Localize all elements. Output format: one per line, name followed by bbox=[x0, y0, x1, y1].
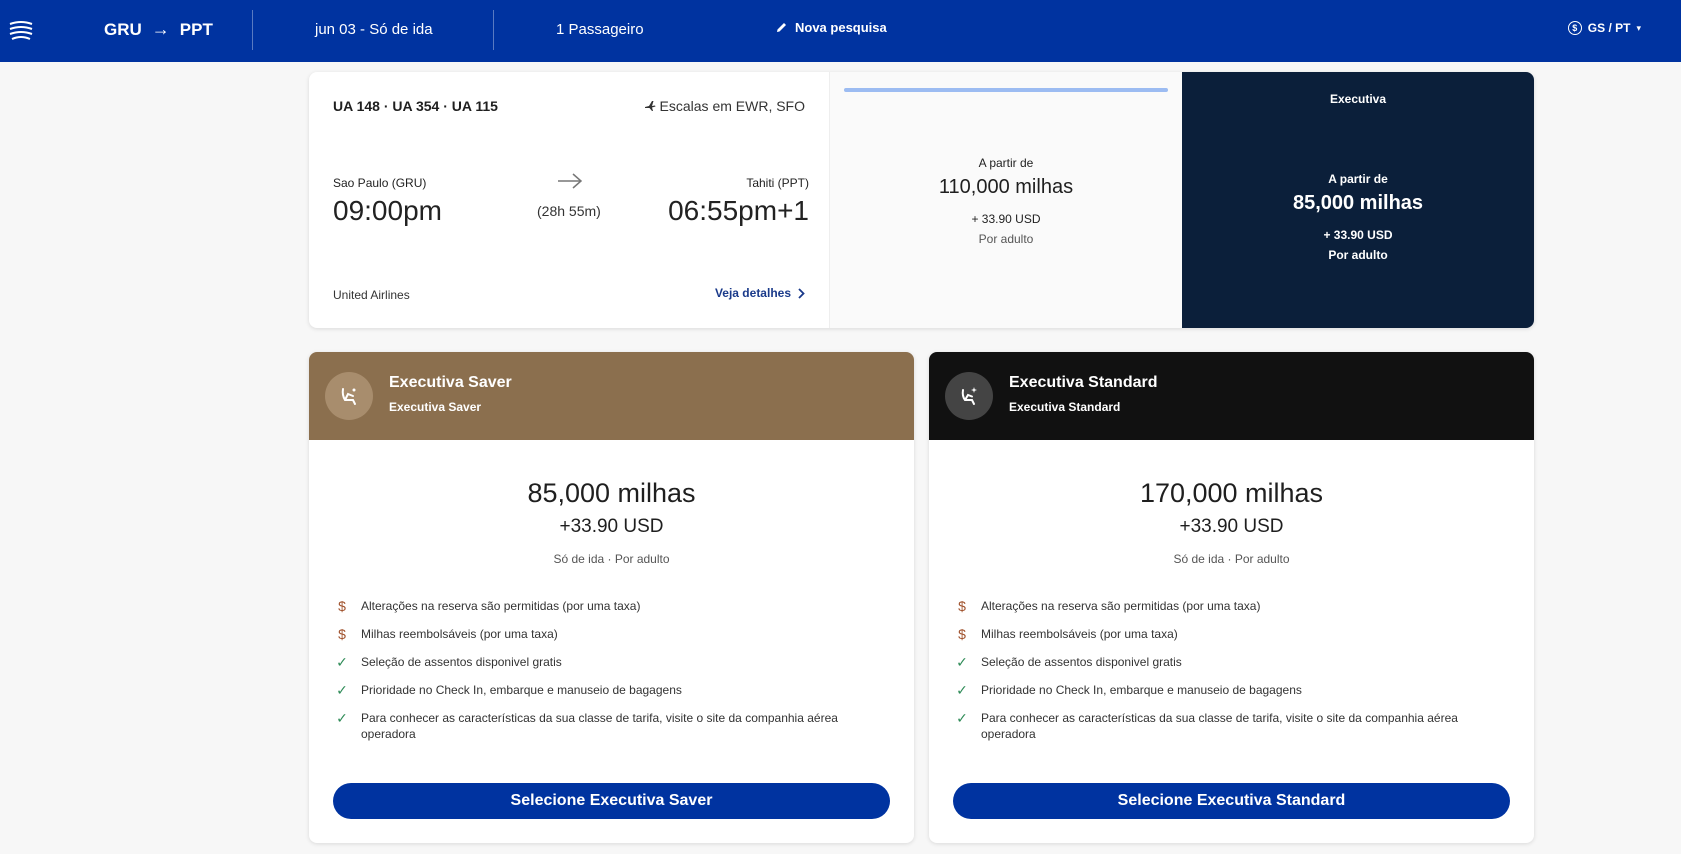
fare-usd: +33.90 USD bbox=[1179, 516, 1284, 537]
fare-card-executiva-standard: Executiva Standard Executiva Standard 17… bbox=[929, 352, 1534, 843]
feature-text: Prioridade no Check In, embarque e manus… bbox=[981, 683, 1302, 697]
fare-features-list: $ Alterações na reserva são permitidas (p… bbox=[335, 598, 875, 754]
header-divider bbox=[493, 10, 494, 50]
layover-info: Escalas em EWR, SFO bbox=[644, 98, 805, 114]
passenger-count: 1 Passageiro bbox=[556, 21, 644, 38]
locale-selector[interactable]: $ GS / PT ▾ bbox=[1567, 21, 1641, 35]
executive-price-column[interactable]: Executiva A partir de 85,000 milhas + 33… bbox=[1182, 72, 1534, 328]
fare-usd: +33.90 USD bbox=[559, 516, 664, 537]
destination-code: PPT bbox=[179, 19, 213, 39]
feature-text: Alterações na reserva são permitidas (po… bbox=[361, 599, 641, 613]
fare-subtitle: Executiva Saver bbox=[389, 400, 482, 414]
travel-date: jun 03 - Só de ida bbox=[315, 21, 433, 38]
dollar-icon: $ bbox=[338, 598, 346, 614]
feature-text: Prioridade no Check In, embarque e manus… bbox=[361, 683, 682, 697]
destination-label: Tahiti (PPT) bbox=[746, 176, 809, 190]
feature-text: Alterações na reserva são permitidas (po… bbox=[981, 599, 1261, 613]
per-adult-label: Por adulto bbox=[1328, 248, 1388, 262]
miles-price: 110,000 milhas bbox=[938, 176, 1074, 198]
selection-indicator-bar bbox=[844, 88, 1168, 92]
globe-logo-icon[interactable] bbox=[8, 18, 34, 42]
chevron-right-icon bbox=[798, 287, 805, 299]
flight-itinerary: UA 148 · UA 354 · UA 115 Escalas em EWR,… bbox=[309, 72, 829, 328]
list-item: $ Milhas reembolsáveis (por uma taxa) bbox=[335, 626, 875, 642]
select-executiva-standard-button[interactable]: Selecione Executiva Standard bbox=[953, 783, 1510, 819]
origin-code: GRU bbox=[104, 19, 142, 39]
arrival-time: 06:55pm+1 bbox=[668, 195, 809, 226]
check-icon: ✓ bbox=[336, 710, 348, 726]
fare-card-header: Executiva Standard Executiva Standard bbox=[929, 352, 1534, 440]
fare-features-list: $ Alterações na reserva são permitidas (p… bbox=[955, 598, 1495, 754]
flight-summary-card: UA 148 · UA 354 · UA 115 Escalas em EWR,… bbox=[309, 72, 1534, 328]
check-icon: ✓ bbox=[956, 710, 968, 726]
list-item: $ Milhas reembolsáveis (por uma taxa) bbox=[955, 626, 1495, 642]
view-details-link[interactable]: Veja detalhes bbox=[715, 286, 805, 300]
top-navigation-bar: GRU → PPT jun 03 - Só de ida 1 Passageir… bbox=[0, 0, 1681, 62]
usd-fee: + 33.90 USD bbox=[971, 212, 1041, 226]
pencil-icon bbox=[777, 23, 786, 32]
departure-time: 09:00pm bbox=[333, 195, 442, 226]
feature-text: Para conhecer as características da sua … bbox=[361, 711, 838, 741]
fare-card-header: Executiva Saver Executiva Saver bbox=[309, 352, 914, 440]
from-label: A partir de bbox=[978, 156, 1034, 170]
per-adult-label: Por adulto bbox=[978, 232, 1034, 246]
list-item: ✓ Prioridade no Check In, embarque e manu… bbox=[335, 682, 875, 698]
fare-note: Só de ida · Por adulto bbox=[1173, 552, 1290, 566]
list-item: ✓ Prioridade no Check In, embarque e manu… bbox=[955, 682, 1495, 698]
chevron-down-icon: ▾ bbox=[1636, 22, 1641, 33]
feature-text: Milhas reembolsáveis (por uma taxa) bbox=[361, 627, 558, 641]
check-icon: ✓ bbox=[956, 682, 968, 698]
list-item: ✓ Para conhecer as características da sua… bbox=[955, 710, 1495, 742]
view-details-label: Veja detalhes bbox=[714, 286, 791, 300]
fare-note: Só de ida · Por adulto bbox=[553, 552, 670, 566]
header-divider bbox=[252, 10, 253, 50]
flight-numbers: UA 148 · UA 354 · UA 115 bbox=[333, 98, 498, 114]
from-label: A partir de bbox=[1328, 172, 1388, 186]
locale-label: GS / PT bbox=[1587, 21, 1631, 35]
cabin-class-label: Executiva bbox=[1329, 92, 1387, 106]
check-icon: ✓ bbox=[336, 682, 348, 698]
layover-text: Escalas em EWR, SFO bbox=[659, 98, 805, 114]
feature-text: Seleção de assentos disponivel gratis bbox=[981, 655, 1182, 669]
list-item: ✓ Seleção de assentos disponivel gratis bbox=[955, 654, 1495, 670]
new-search-label: Nova pesquisa bbox=[795, 20, 887, 35]
select-executiva-saver-button[interactable]: Selecione Executiva Saver bbox=[333, 783, 890, 819]
usd-fee: + 33.90 USD bbox=[1323, 228, 1393, 242]
check-icon: ✓ bbox=[956, 654, 968, 670]
dollar-icon: $ bbox=[958, 598, 966, 614]
fare-miles: 170,000 milhas bbox=[1139, 478, 1324, 508]
fare-subtitle: Executiva Standard bbox=[1009, 400, 1121, 414]
flight-duration: (28h 55m) bbox=[537, 203, 601, 219]
airplane-icon bbox=[644, 101, 656, 111]
list-item: $ Alterações na reserva são permitidas (p… bbox=[955, 598, 1495, 614]
fare-miles: 85,000 milhas bbox=[527, 478, 696, 508]
arrow-right-icon bbox=[557, 170, 583, 196]
seat-icon bbox=[325, 372, 373, 420]
feature-text: Seleção de assentos disponivel gratis bbox=[361, 655, 562, 669]
fare-title: Executiva Standard bbox=[1009, 374, 1158, 391]
check-icon: ✓ bbox=[336, 654, 348, 670]
miles-price: 85,000 milhas bbox=[1292, 192, 1424, 214]
airline-name: United Airlines bbox=[333, 288, 410, 302]
feature-text: Milhas reembolsáveis (por uma taxa) bbox=[981, 627, 1178, 641]
seat-sparkle-icon bbox=[945, 372, 993, 420]
price-option-column[interactable]: A partir de 110,000 milhas + 33.90 USD P… bbox=[829, 72, 1182, 328]
feature-text: Para conhecer as características da sua … bbox=[981, 711, 1458, 741]
origin-label: Sao Paulo (GRU) bbox=[333, 176, 427, 190]
dollar-icon: $ bbox=[338, 626, 346, 642]
currency-icon: $ bbox=[1567, 21, 1582, 35]
fare-card-executiva-saver: Executiva Saver Executiva Saver 85,000 m… bbox=[309, 352, 914, 843]
route-summary: GRU → PPT bbox=[104, 19, 213, 40]
list-item: ✓ Para conhecer as características da sua… bbox=[335, 710, 875, 742]
list-item: ✓ Seleção de assentos disponivel gratis bbox=[335, 654, 875, 670]
arrow-right-icon: → bbox=[151, 19, 170, 39]
list-item: $ Alterações na reserva são permitidas (p… bbox=[335, 598, 875, 614]
dollar-icon: $ bbox=[958, 626, 966, 642]
new-search-button[interactable]: Nova pesquisa bbox=[775, 20, 887, 35]
fare-title: Executiva Saver bbox=[389, 374, 512, 391]
